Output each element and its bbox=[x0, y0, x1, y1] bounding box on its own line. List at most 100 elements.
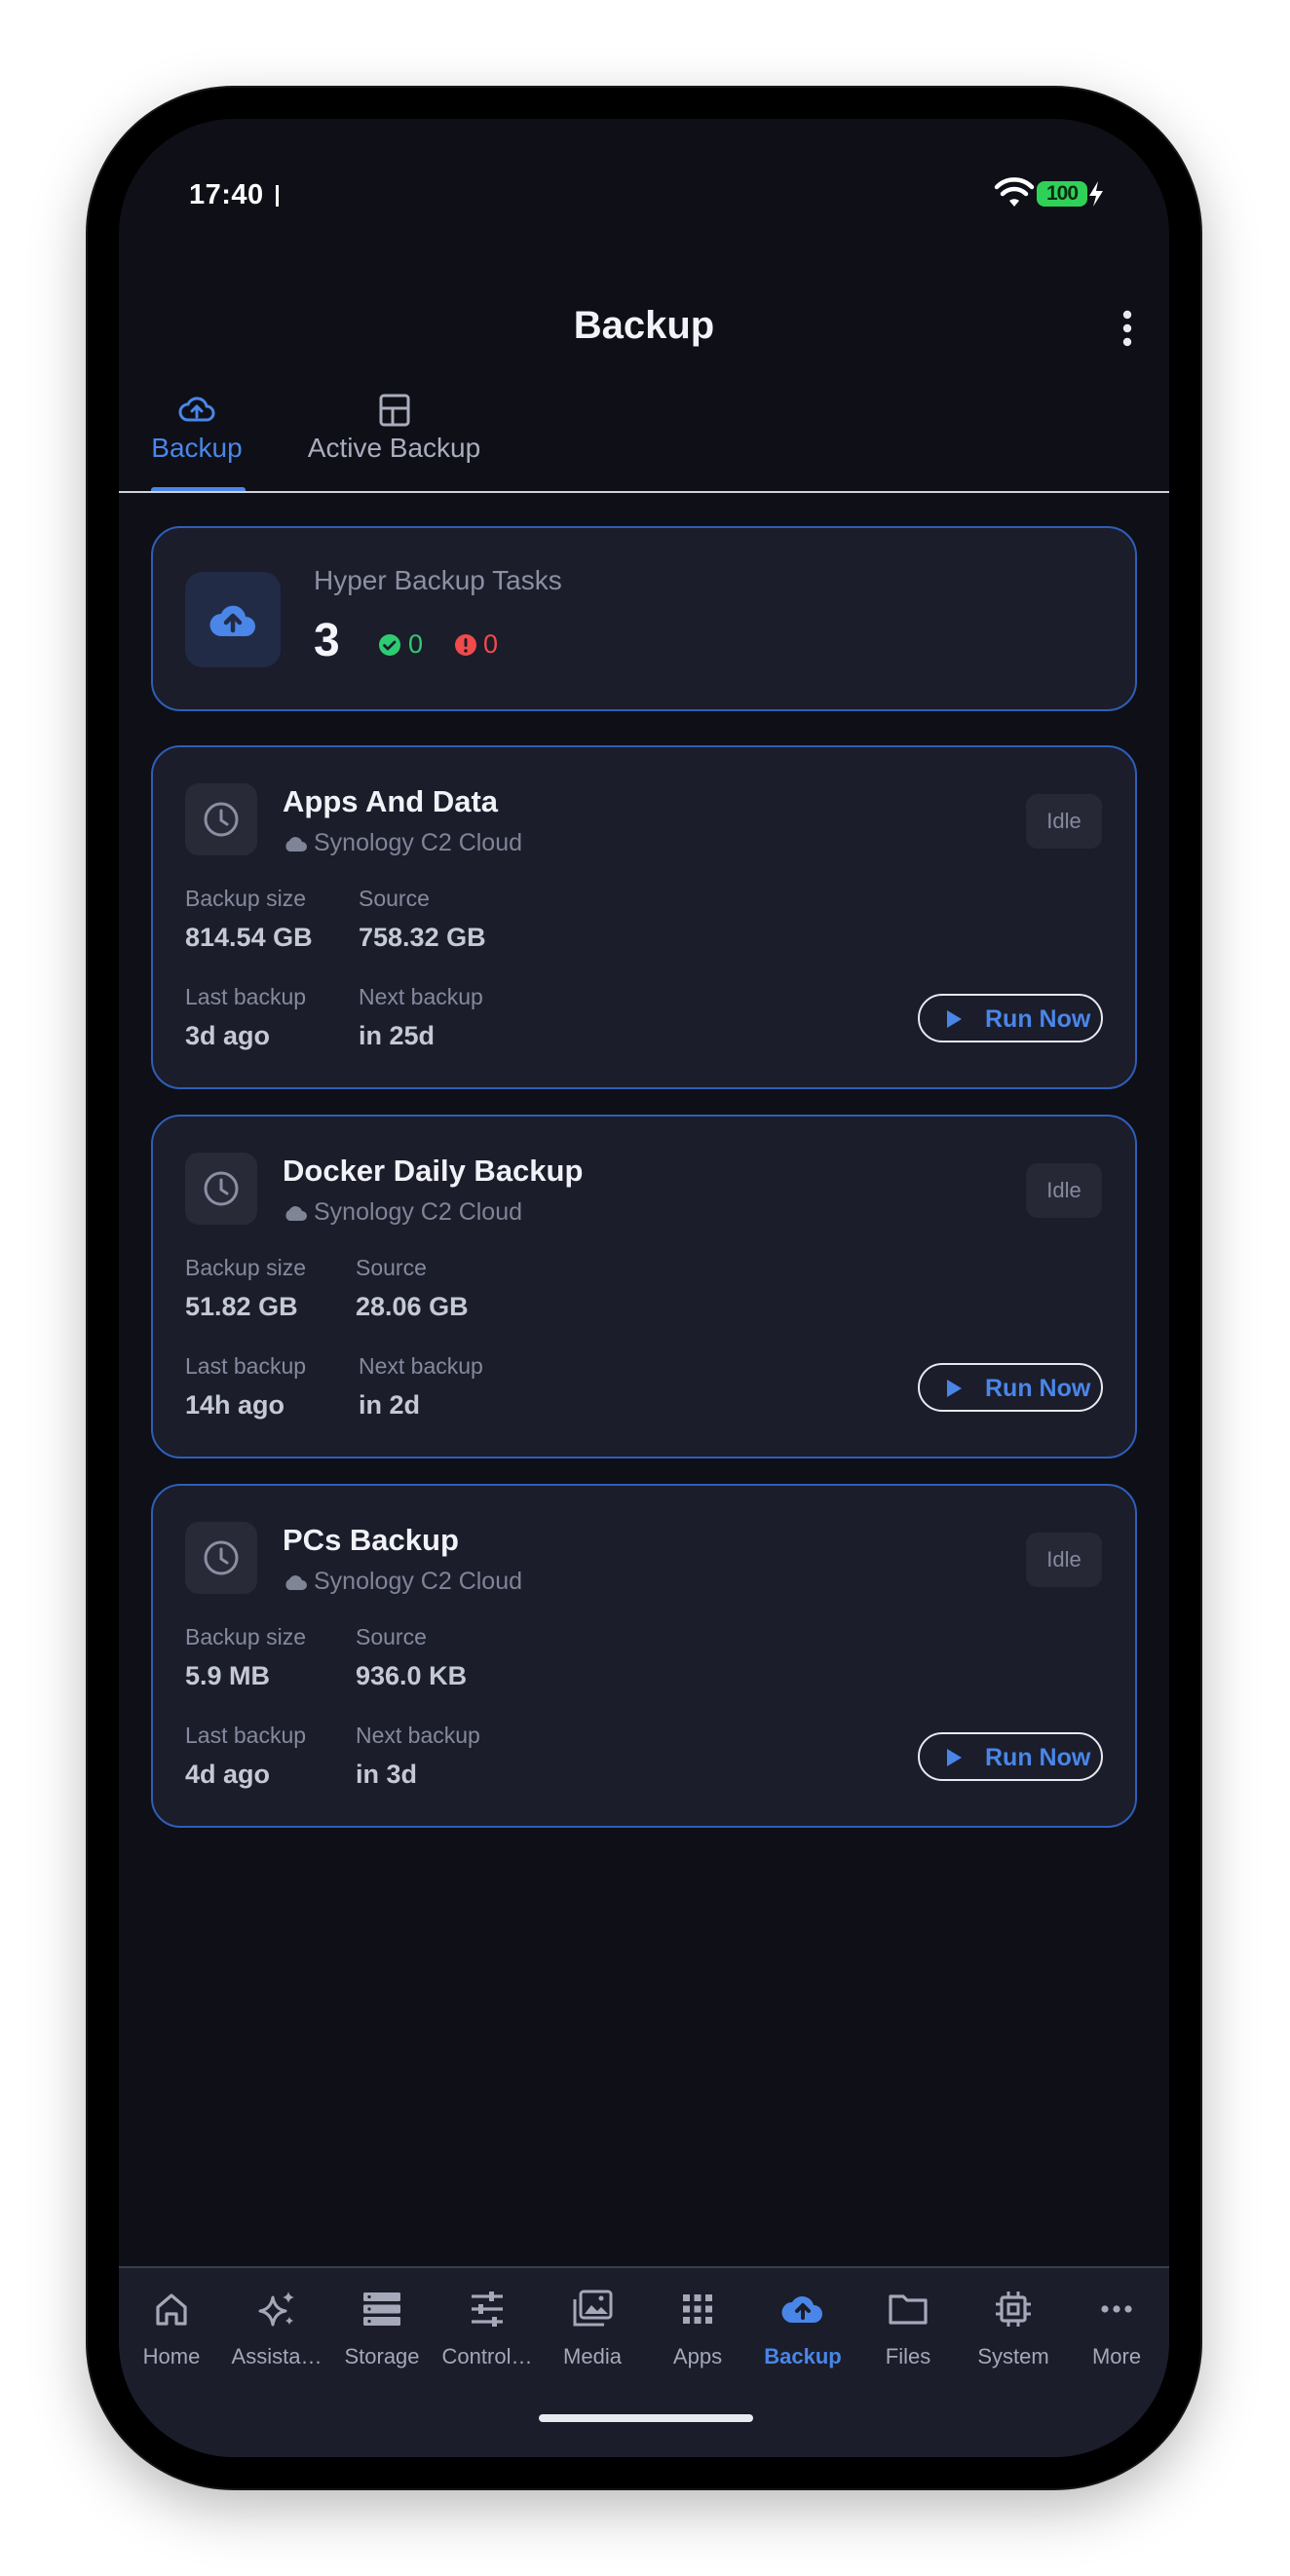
nav-item-files[interactable]: Files bbox=[855, 2288, 961, 2369]
cloud-upload-icon bbox=[781, 2296, 822, 2323]
storage-icon bbox=[363, 2292, 400, 2326]
cloud-upload-icon bbox=[209, 605, 255, 636]
next-backup-value: in 2d bbox=[359, 1390, 421, 1420]
nav-label: Backup bbox=[764, 2344, 842, 2368]
home-icon bbox=[156, 2293, 187, 2326]
status-indicator bbox=[276, 185, 279, 207]
tab-active-backup-label: Active Backup bbox=[307, 433, 481, 463]
summary-title: Hyper Backup Tasks bbox=[314, 565, 562, 595]
nav-label: Home bbox=[142, 2344, 201, 2368]
source-value: 758.32 GB bbox=[359, 923, 486, 952]
check-circle-icon bbox=[379, 634, 400, 656]
page-title: Backup bbox=[573, 304, 715, 347]
last-backup-label: Last backup bbox=[185, 984, 307, 1009]
next-backup-label: Next backup bbox=[359, 1353, 483, 1379]
nav-label: System bbox=[977, 2344, 1049, 2368]
nav-item-control-panel[interactable]: Control… bbox=[435, 2288, 540, 2369]
run-now-label: Run Now bbox=[985, 1375, 1091, 1402]
task-card[interactable]: Docker Daily Backup Synology C2 Cloud Id… bbox=[151, 1115, 1137, 1458]
wifi-icon bbox=[994, 177, 1035, 207]
task-name: Docker Daily Backup bbox=[283, 1154, 584, 1188]
nav-item-backup[interactable]: Backup bbox=[750, 2288, 855, 2369]
last-backup-value: 3d ago bbox=[185, 1021, 271, 1050]
tab-backup-label: Backup bbox=[151, 433, 243, 463]
backup-size-value: 5.9 MB bbox=[185, 1661, 271, 1690]
run-now-button[interactable]: Run Now bbox=[918, 1732, 1103, 1781]
summary-card[interactable]: Hyper Backup Tasks 3 0 0 bbox=[151, 526, 1137, 711]
error-count: 0 bbox=[483, 629, 499, 659]
tab-active-backup[interactable]: Active Backup bbox=[299, 394, 489, 486]
last-backup-label: Last backup bbox=[185, 1353, 307, 1379]
folder-icon bbox=[889, 2294, 928, 2325]
sliders-icon bbox=[472, 2292, 503, 2327]
battery-indicator: 100 bbox=[1037, 181, 1087, 207]
nav-label: Assista… bbox=[231, 2344, 322, 2368]
summary-count: 3 bbox=[314, 615, 340, 666]
backup-size-value: 51.82 GB bbox=[185, 1292, 298, 1321]
nav-item-media[interactable]: Media bbox=[540, 2288, 645, 2369]
clock-icon bbox=[204, 1171, 239, 1206]
cloud-upload-outline-icon bbox=[178, 397, 215, 422]
more-vertical-icon[interactable] bbox=[1111, 309, 1144, 348]
next-backup-label: Next backup bbox=[359, 984, 483, 1009]
play-icon bbox=[947, 1749, 962, 1766]
task-destination-label: Synology C2 Cloud bbox=[314, 829, 523, 856]
tab-backup[interactable]: Backup bbox=[148, 394, 246, 486]
nav-item-storage[interactable]: Storage bbox=[329, 2288, 435, 2369]
status-badge: Idle bbox=[1026, 1533, 1102, 1587]
clock-icon bbox=[204, 1540, 239, 1575]
last-backup-label: Last backup bbox=[185, 1723, 307, 1748]
task-icon-box bbox=[185, 1153, 257, 1225]
status-time: 17:40 bbox=[189, 179, 264, 210]
layout-panels-icon bbox=[379, 394, 409, 427]
task-card[interactable]: PCs Backup Synology C2 Cloud Idle Backup… bbox=[151, 1484, 1137, 1828]
nav-label: Files bbox=[885, 2344, 931, 2368]
success-count: 0 bbox=[408, 629, 424, 659]
summary-icon-box bbox=[185, 572, 281, 667]
nav-item-system[interactable]: System bbox=[961, 2288, 1066, 2369]
task-destination: Synology C2 Cloud bbox=[283, 1568, 522, 1596]
backup-size-value: 814.54 GB bbox=[185, 923, 313, 952]
task-card[interactable]: Apps And Data Synology C2 Cloud Idle Bac… bbox=[151, 745, 1137, 1089]
last-backup-value: 14h ago bbox=[185, 1390, 285, 1420]
media-icon bbox=[573, 2290, 613, 2327]
nav-item-apps[interactable]: Apps bbox=[645, 2288, 750, 2369]
task-name: PCs Backup bbox=[283, 1523, 459, 1557]
source-label: Source bbox=[359, 886, 430, 911]
screen: 17:40 100 Backup Backup Active Backup Hy… bbox=[119, 119, 1169, 2457]
chip-icon bbox=[996, 2292, 1031, 2327]
cloud-icon bbox=[285, 837, 307, 852]
task-icon-box bbox=[185, 1522, 257, 1594]
source-label: Source bbox=[356, 1255, 427, 1280]
sparkles-icon bbox=[258, 2292, 294, 2327]
status-bar: 17:40 100 bbox=[119, 119, 1169, 275]
source-label: Source bbox=[356, 1624, 427, 1649]
run-now-button[interactable]: Run Now bbox=[918, 1363, 1103, 1412]
charging-bolt-icon bbox=[1089, 181, 1103, 207]
run-now-label: Run Now bbox=[985, 1744, 1091, 1771]
tab-divider bbox=[119, 491, 1169, 493]
nav-item-home[interactable]: Home bbox=[119, 2288, 224, 2369]
bottom-nav: Home Assista… Storage Control… Media App… bbox=[119, 2266, 1169, 2457]
task-destination: Synology C2 Cloud bbox=[283, 1198, 522, 1227]
error-circle-icon bbox=[455, 634, 476, 656]
backup-size-label: Backup size bbox=[185, 1255, 307, 1280]
more-horizontal-icon bbox=[1101, 2305, 1132, 2313]
run-now-label: Run Now bbox=[985, 1005, 1091, 1033]
nav-item-assistant[interactable]: Assista… bbox=[224, 2288, 329, 2369]
status-badge: Idle bbox=[1026, 1163, 1102, 1218]
status-badge: Idle bbox=[1026, 794, 1102, 849]
nav-item-more[interactable]: More bbox=[1064, 2288, 1169, 2369]
backup-size-label: Backup size bbox=[185, 1624, 307, 1649]
cloud-icon bbox=[285, 1575, 307, 1590]
last-backup-value: 4d ago bbox=[185, 1760, 271, 1789]
apps-grid-icon bbox=[683, 2294, 712, 2324]
task-icon-box bbox=[185, 783, 257, 855]
run-now-button[interactable]: Run Now bbox=[918, 994, 1103, 1042]
source-value: 936.0 KB bbox=[356, 1661, 468, 1690]
task-name: Apps And Data bbox=[283, 784, 499, 818]
nav-label: Control… bbox=[441, 2344, 533, 2368]
task-destination: Synology C2 Cloud bbox=[283, 829, 522, 857]
home-indicator[interactable] bbox=[539, 2414, 753, 2422]
play-icon bbox=[947, 1010, 962, 1028]
